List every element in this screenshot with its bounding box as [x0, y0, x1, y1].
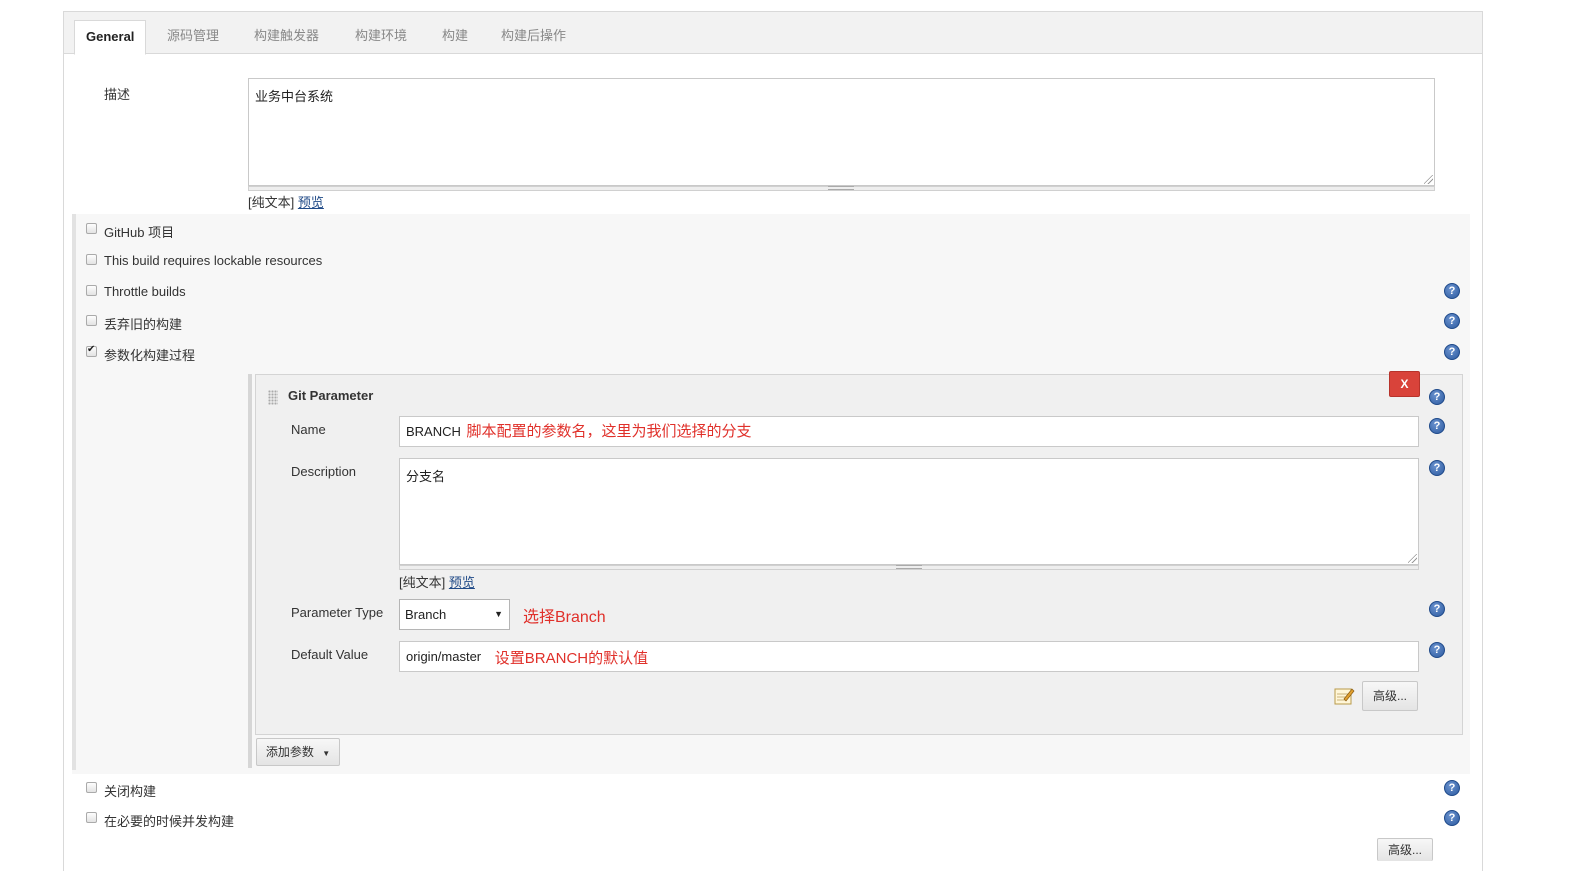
- name-label: Name: [291, 422, 326, 437]
- param-description-textarea[interactable]: 分支名: [399, 458, 1419, 565]
- bottom-advanced-button[interactable]: 高级...: [1377, 838, 1433, 861]
- drag-handle-icon[interactable]: [268, 390, 278, 405]
- help-icon[interactable]: ?: [1444, 313, 1460, 329]
- checkbox-disable-build[interactable]: [86, 782, 97, 793]
- add-parameter-label: 添加参数: [265, 745, 314, 759]
- help-icon[interactable]: ?: [1444, 810, 1460, 826]
- tab-bar: General 源码管理 构建触发器 构建环境 构建 构建后操作: [64, 12, 1482, 55]
- checkbox-concurrent-build[interactable]: [86, 812, 97, 823]
- default-value-input[interactable]: origin/master 设置BRANCH的默认值: [399, 641, 1419, 672]
- tab-general[interactable]: General: [74, 20, 147, 55]
- option-label-github: GitHub 项目: [104, 225, 175, 240]
- preview-link[interactable]: 预览: [449, 575, 475, 590]
- grip-icon: [828, 186, 854, 190]
- plain-text-label: [纯文本]: [399, 575, 446, 590]
- help-icon[interactable]: ?: [1444, 780, 1460, 796]
- resize-handle-icon[interactable]: [1408, 554, 1417, 563]
- git-parameter-title: Git Parameter: [288, 388, 374, 403]
- option-label-lockable: This build requires lockable resources: [104, 253, 323, 268]
- parameter-type-select[interactable]: Branch ▼: [399, 599, 510, 630]
- param-description-format: [纯文本] 预览: [399, 572, 475, 591]
- default-value-annotation: 设置BRANCH的默认值: [494, 650, 649, 667]
- help-icon[interactable]: ?: [1429, 601, 1445, 617]
- parameter-type-annotation: 选择Branch: [523, 609, 606, 626]
- name-annotation: 脚本配置的参数名，这里为我们选择的分支: [466, 423, 752, 440]
- add-parameter-button[interactable]: 添加参数 ▼: [256, 738, 340, 766]
- option-label-throttle: Throttle builds: [104, 284, 186, 299]
- help-icon[interactable]: ?: [1429, 389, 1445, 405]
- help-icon[interactable]: ?: [1429, 418, 1445, 434]
- checkbox-github-project[interactable]: [86, 223, 97, 234]
- parameter-type-value: Branch: [405, 607, 447, 622]
- description-textarea[interactable]: 业务中台系统: [248, 78, 1435, 186]
- option-label-discard: 丢弃旧的构建: [104, 317, 183, 332]
- tab-build-triggers[interactable]: 构建触发器: [243, 20, 330, 54]
- tab-source-control[interactable]: 源码管理: [156, 20, 230, 54]
- advanced-button[interactable]: 高级...: [1362, 681, 1418, 711]
- dropdown-arrow-icon: ▼: [494, 609, 503, 619]
- grip-icon: [896, 565, 922, 569]
- tab-build[interactable]: 构建: [431, 20, 479, 54]
- help-icon[interactable]: ?: [1429, 642, 1445, 658]
- preview-link[interactable]: 预览: [298, 195, 324, 210]
- help-icon[interactable]: ?: [1444, 344, 1460, 360]
- tab-post-build[interactable]: 构建后操作: [490, 20, 577, 54]
- checkbox-throttle-builds[interactable]: [86, 285, 97, 296]
- param-description-label: Description: [291, 464, 357, 479]
- checkbox-discard-old-builds[interactable]: [86, 315, 97, 326]
- delete-parameter-button[interactable]: X: [1389, 371, 1420, 397]
- section-border: [72, 214, 76, 770]
- option-label-disable-build: 关闭构建: [104, 784, 157, 799]
- option-label-parameterized: 参数化构建过程: [104, 348, 196, 363]
- description-label: 描述: [104, 87, 131, 102]
- param-block-border: [248, 374, 252, 768]
- dropdown-arrow-icon: ▼: [322, 749, 331, 758]
- parameter-type-label: Parameter Type: [291, 605, 384, 620]
- checkbox-lockable-resources[interactable]: [86, 254, 97, 265]
- name-input[interactable]: BRANCH 脚本配置的参数名，这里为我们选择的分支: [399, 416, 1419, 447]
- description-format: [纯文本] 预览: [248, 192, 324, 211]
- help-icon[interactable]: ?: [1444, 283, 1460, 299]
- checkbox-parameterized-build[interactable]: [86, 344, 97, 357]
- notepad-icon: [1333, 685, 1355, 707]
- tab-build-environment[interactable]: 构建环境: [344, 20, 418, 54]
- default-value-label: Default Value: [291, 647, 369, 662]
- default-value: origin/master: [406, 649, 482, 664]
- help-icon[interactable]: ?: [1429, 460, 1445, 476]
- plain-text-label: [纯文本]: [248, 195, 295, 210]
- name-value: BRANCH: [406, 424, 461, 439]
- resize-handle-icon[interactable]: [1424, 175, 1433, 184]
- option-label-concurrent-build: 在必要的时候并发构建: [104, 814, 235, 829]
